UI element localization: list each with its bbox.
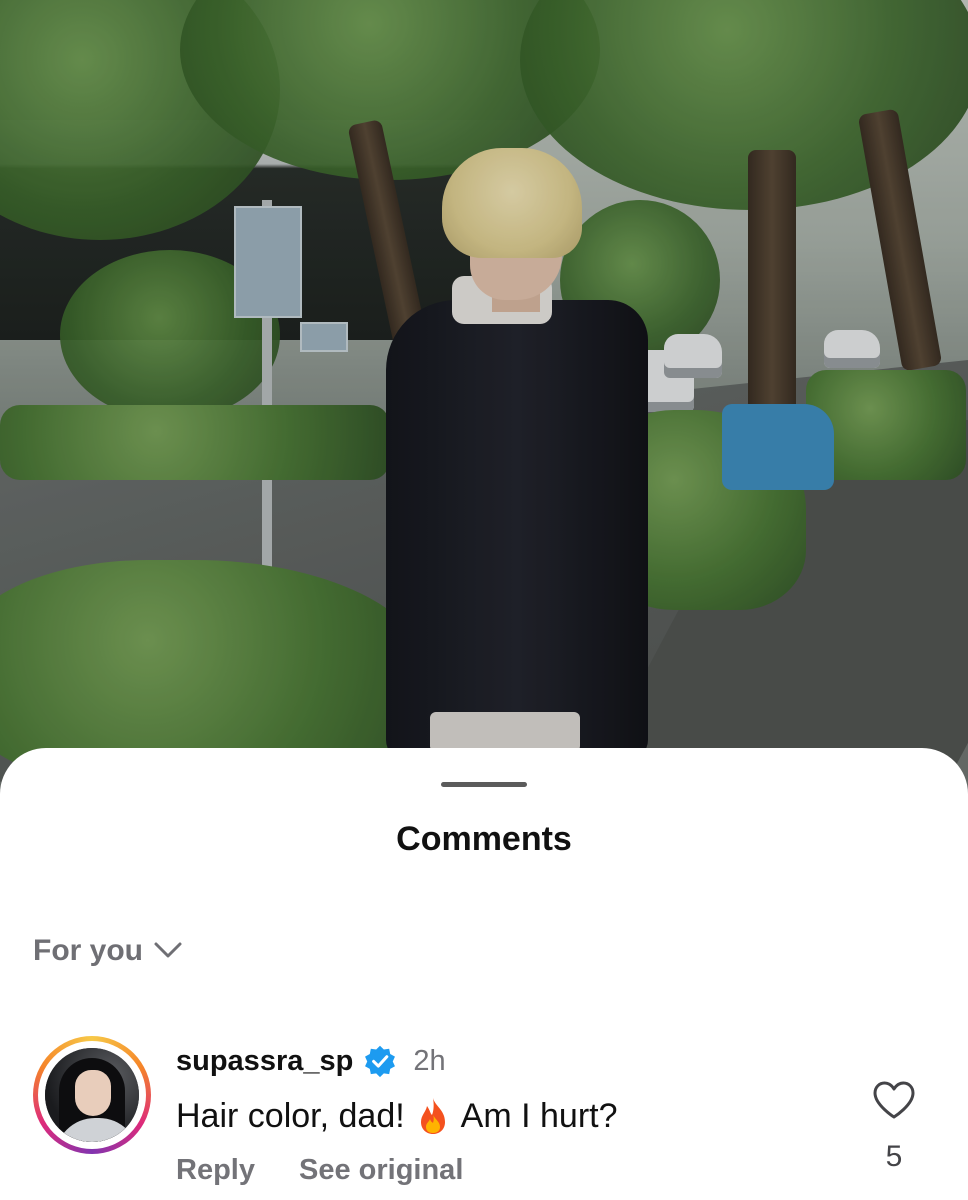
comment-item: supassra_sp 2h Hair color, dad! Am I hur… [0, 1036, 968, 1200]
comment-header: supassra_sp 2h [176, 1044, 446, 1078]
heart-outline-icon[interactable] [872, 1080, 916, 1120]
sheet-title: Comments [396, 820, 572, 858]
comment-timestamp: 2h [413, 1044, 446, 1077]
comments-sheet: Comments For you supassra_sp 2h Hair col… [0, 748, 968, 1200]
comment-actions: Reply See original [176, 1154, 463, 1187]
chevron-down-icon [153, 934, 183, 968]
verified-badge-icon [363, 1044, 397, 1078]
comment-username[interactable]: supassra_sp [176, 1045, 353, 1078]
comment-text: Hair color, dad! Am I hurt? [176, 1096, 618, 1136]
comment-filter-dropdown[interactable]: For you [33, 934, 183, 968]
avatar-image [45, 1048, 139, 1142]
see-original-button[interactable]: See original [299, 1154, 463, 1187]
post-photo [0, 0, 968, 820]
sheet-drag-handle[interactable] [441, 782, 527, 787]
reply-button[interactable]: Reply [176, 1154, 255, 1187]
like-count: 5 [885, 1140, 903, 1173]
avatar[interactable] [33, 1036, 151, 1154]
fire-icon [415, 1096, 451, 1136]
comment-text-part: Hair color, dad! [176, 1096, 405, 1135]
filter-label: For you [33, 934, 143, 967]
comment-text-part: Am I hurt? [460, 1096, 618, 1135]
